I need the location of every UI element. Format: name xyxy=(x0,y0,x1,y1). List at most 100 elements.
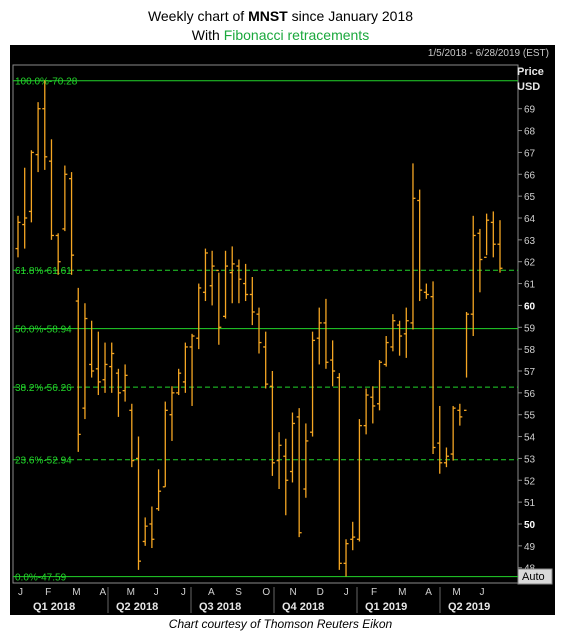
y-tick-label: 58 xyxy=(524,345,536,356)
ohlc-bar xyxy=(323,298,329,369)
y-tick-label: 56 xyxy=(524,389,536,400)
fib-label: 50.0%-58.94 xyxy=(15,325,72,336)
ohlc-bar xyxy=(229,246,235,304)
ohlc-bar xyxy=(62,165,68,232)
title-prefix: Weekly chart of xyxy=(147,8,249,24)
x-month-label: M xyxy=(127,587,135,598)
fib-label: 0.0%-47.59 xyxy=(15,573,67,584)
ohlc-bar xyxy=(202,248,208,302)
ohlc-bar xyxy=(363,388,369,435)
x-quarter-label: Q4 2018 xyxy=(282,601,324,613)
x-month-label: A xyxy=(425,587,432,598)
ohlc-bar xyxy=(316,307,322,365)
ohlc-bar xyxy=(283,438,289,516)
ohlc-bar xyxy=(370,386,376,424)
x-month-label: M xyxy=(398,587,406,598)
ohlc-bar xyxy=(303,423,309,498)
ohlc-bar xyxy=(343,539,349,577)
x-month-label: A xyxy=(208,587,215,598)
title-ticker: MNST xyxy=(248,8,288,24)
ohlc-bar xyxy=(82,303,88,420)
x-month-label: D xyxy=(317,587,324,598)
ohlc-bar xyxy=(15,215,21,258)
ohlc-bar xyxy=(209,250,215,306)
x-month-label: J xyxy=(181,587,186,598)
ohlc-bar xyxy=(256,307,262,354)
y-tick-label: 54 xyxy=(524,433,536,444)
y-axis-title: USD xyxy=(517,81,540,93)
x-month-label: M xyxy=(72,587,80,598)
title-suffix: since January 2018 xyxy=(287,8,414,24)
y-tick-label: 63 xyxy=(524,236,536,247)
ohlc-bar xyxy=(423,283,429,299)
y-tick-label: 60 xyxy=(524,301,536,312)
ohlc-bar xyxy=(136,436,141,570)
ohlc-bar xyxy=(176,368,182,396)
fib-label: 23.6%-52.94 xyxy=(15,456,72,467)
x-month-label: O xyxy=(262,587,270,598)
ohlc-bar xyxy=(69,172,75,275)
ohlc-bar xyxy=(397,320,403,356)
y-tick-label: 66 xyxy=(524,170,536,181)
x-month-label: A xyxy=(99,587,106,598)
x-month-label: S xyxy=(235,587,242,598)
ohlc-bar xyxy=(276,432,282,490)
ohlc-bar xyxy=(48,139,54,240)
ohlc-bar xyxy=(497,220,503,273)
ohlc-bar xyxy=(42,80,48,170)
ohlc-bar xyxy=(142,517,148,546)
ohlc-bar xyxy=(263,331,269,389)
y-tick-label: 67 xyxy=(524,148,536,159)
ohlc-bar xyxy=(102,342,108,393)
ohlc-bar xyxy=(122,364,128,402)
y-tick-label: 51 xyxy=(524,498,536,509)
ohlc-bar xyxy=(216,269,222,345)
ohlc-bar xyxy=(35,102,41,173)
y-tick-label: 53 xyxy=(524,454,536,465)
y-tick-label: 55 xyxy=(524,411,536,422)
ohlc-bar xyxy=(383,336,389,367)
x-month-label: F xyxy=(371,587,377,598)
ohlc-bar xyxy=(403,307,409,358)
ohlc-bar xyxy=(249,277,255,326)
x-month-label: J xyxy=(480,587,485,598)
ohlc-bar xyxy=(464,311,470,411)
chart-title: Weekly chart of MNST since January 2018 xyxy=(0,8,561,24)
ohlc-bar xyxy=(75,287,81,452)
fib-label: 38.2%-56.26 xyxy=(15,383,72,394)
ohlc-bar xyxy=(356,419,362,542)
y-tick-label: 68 xyxy=(524,127,536,138)
x-quarter-label: Q3 2018 xyxy=(199,601,241,613)
fib-label: 61.8%-61.61 xyxy=(15,266,72,277)
y-tick-label: 61 xyxy=(524,280,536,291)
ohlc-bar xyxy=(430,281,436,455)
ohlc-bar xyxy=(115,368,121,417)
ohlc-bar xyxy=(182,342,188,393)
ohlc-bar xyxy=(28,150,34,223)
ohlc-bar xyxy=(443,447,449,468)
auto-label: Auto xyxy=(522,571,545,583)
ohlc-bar xyxy=(484,213,490,258)
ohlc-bar xyxy=(89,320,95,378)
ohlc-bar xyxy=(243,263,249,302)
ohlc-bar xyxy=(350,521,356,551)
subtitle-prefix: With xyxy=(191,27,224,43)
ohlc-bar xyxy=(457,403,463,426)
y-tick-label: 69 xyxy=(524,105,536,116)
ohlc-bar xyxy=(109,342,115,393)
ohlc-bar xyxy=(390,314,396,352)
ohlc-bar xyxy=(377,360,382,411)
ohlc-bar xyxy=(223,250,229,319)
ohlc-bar xyxy=(410,163,416,330)
ohlc-bar xyxy=(196,283,202,350)
x-quarter-label: Q1 2019 xyxy=(365,601,407,613)
ohlc-bar xyxy=(310,331,316,437)
y-tick-label: 65 xyxy=(524,192,536,203)
ohlc-bar xyxy=(296,408,302,538)
y-tick-label: 50 xyxy=(524,520,536,531)
x-month-label: J xyxy=(18,587,23,598)
chart-svg: PriceUSD48495051525354555657585960616263… xyxy=(12,64,553,613)
ohlc-bar xyxy=(129,403,135,468)
chart-caption: Chart courtesy of Thomson Reuters Eikon xyxy=(168,617,393,631)
ohlc-bar xyxy=(169,386,175,441)
